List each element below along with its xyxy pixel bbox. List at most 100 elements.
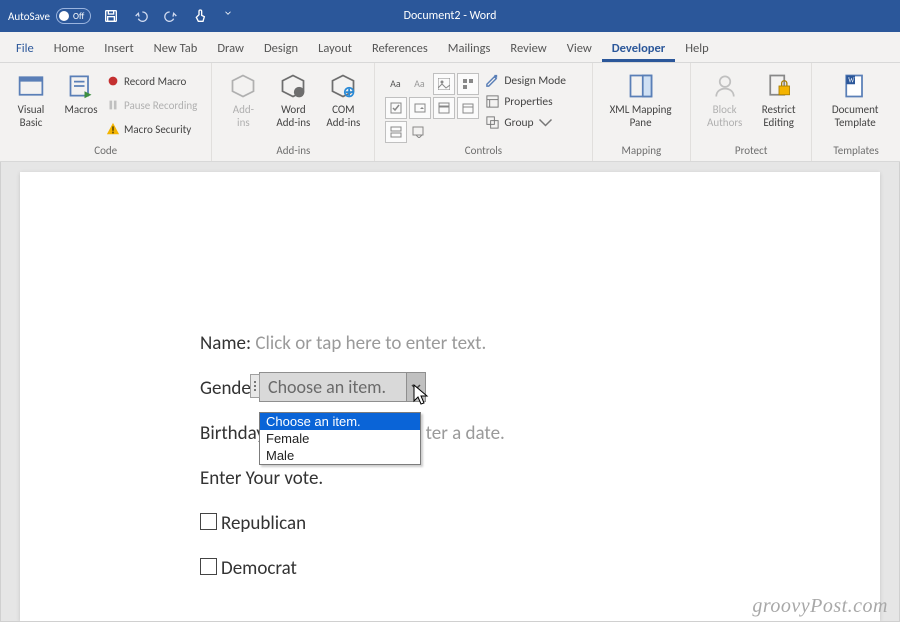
group-code-label: Code xyxy=(6,142,205,161)
chevron-down-icon[interactable] xyxy=(406,373,425,401)
touch-mode-icon[interactable] xyxy=(193,8,209,24)
dropdown-header[interactable]: Choose an item. xyxy=(259,372,426,402)
qat-customize-icon[interactable] xyxy=(223,8,233,24)
dropdown-control-icon[interactable] xyxy=(433,97,455,119)
group-protect-label: Protect xyxy=(697,142,805,161)
tab-home[interactable]: Home xyxy=(44,35,95,62)
redo-icon[interactable] xyxy=(163,8,179,24)
com-addins-label: COM Add-ins xyxy=(326,103,360,129)
plaintext-control-icon[interactable]: Aa xyxy=(409,73,429,93)
macros-icon xyxy=(67,69,95,103)
dropdown-list[interactable]: Choose an item. Female Male xyxy=(259,412,421,465)
block-authors-button: Block Authors xyxy=(697,67,752,131)
buildingblock-control-icon[interactable] xyxy=(457,73,479,95)
richtext-control-icon[interactable]: Aa xyxy=(385,73,405,93)
tab-developer[interactable]: Developer xyxy=(602,35,675,62)
autosave-label: AutoSave xyxy=(8,10,50,23)
undo-icon[interactable] xyxy=(133,8,149,24)
dropdown-item-placeholder[interactable]: Choose an item. xyxy=(260,413,420,430)
group-addins: Add- ins Word Add-ins COM Add-ins Add-in… xyxy=(212,63,375,161)
group-button[interactable]: Group xyxy=(485,115,566,130)
group-mapping: XML Mapping Pane Mapping xyxy=(593,63,692,161)
word-addins-label: Word Add-ins xyxy=(276,103,310,129)
com-addins-button[interactable]: COM Add-ins xyxy=(318,67,368,131)
field-option-1[interactable]: Republican xyxy=(200,512,880,535)
visual-basic-button[interactable]: Visual Basic xyxy=(6,67,56,131)
picture-control-icon[interactable] xyxy=(433,73,455,95)
watermark: groovyPost.com xyxy=(752,595,888,618)
group-code: Visual Basic Macros Record Macro Pause R… xyxy=(0,63,212,161)
combobox-control-icon[interactable] xyxy=(409,97,431,119)
tab-layout[interactable]: Layout xyxy=(308,35,362,62)
checkbox-control-icon[interactable] xyxy=(385,97,407,119)
visual-basic-label: Visual Basic xyxy=(18,103,45,129)
ribbon-tabs: File Home Insert New Tab Draw Design Lay… xyxy=(0,32,900,63)
autosave-toggle[interactable]: AutoSave Off xyxy=(8,8,91,24)
birthday-label: Birthday xyxy=(200,422,265,445)
group-protect: Block Authors Restrict Editing Protect xyxy=(691,63,812,161)
checkbox-icon[interactable] xyxy=(200,558,217,575)
tab-newtab[interactable]: New Tab xyxy=(144,35,208,62)
quick-access-toolbar xyxy=(103,8,233,24)
document-template-label: Document Template xyxy=(832,103,879,129)
restrict-editing-label: Restrict Editing xyxy=(762,103,796,129)
content-controls-gallery[interactable]: Aa Aa xyxy=(385,73,477,141)
name-label: Name: xyxy=(200,332,251,355)
properties-button[interactable]: Properties xyxy=(485,94,566,109)
repeating-control-icon[interactable] xyxy=(385,121,407,143)
record-macro-button[interactable]: Record Macro xyxy=(106,71,197,91)
legacy-tools-icon[interactable] xyxy=(409,121,429,141)
checkbox-icon[interactable] xyxy=(200,513,217,530)
com-addins-icon xyxy=(329,69,357,103)
group-controls: Aa Aa Design Mode Properties xyxy=(375,63,592,161)
tab-design[interactable]: Design xyxy=(254,35,308,62)
word-addins-button[interactable]: Word Add-ins xyxy=(268,67,318,131)
toggle-switch[interactable]: Off xyxy=(56,8,91,24)
vote-label: Enter Your vote. xyxy=(200,467,323,490)
restrict-editing-icon xyxy=(765,69,793,103)
document-page[interactable]: Name: Click or tap here to enter text. G… xyxy=(20,172,880,621)
pause-recording-label: Pause Recording xyxy=(124,99,197,112)
dropdown-item-male[interactable]: Male xyxy=(260,447,420,464)
tab-help[interactable]: Help xyxy=(675,35,718,62)
macros-label: Macros xyxy=(64,103,97,116)
addins-button[interactable]: Add- ins xyxy=(218,67,268,131)
tab-mailings[interactable]: Mailings xyxy=(438,35,501,62)
group-controls-label: Controls xyxy=(381,142,585,161)
design-mode-label: Design Mode xyxy=(504,74,566,88)
block-authors-icon xyxy=(711,69,739,103)
group-templates: W Document Template Templates xyxy=(812,63,900,161)
macro-security-button[interactable]: Macro Security xyxy=(106,119,197,139)
field-option-2[interactable]: Democrat xyxy=(200,557,880,580)
document-template-icon: W xyxy=(841,69,869,103)
title-bar: AutoSave Off Document2 - Word xyxy=(0,0,900,32)
ribbon: Visual Basic Macros Record Macro Pause R… xyxy=(0,63,900,162)
addins-label: Add- ins xyxy=(233,103,254,129)
macros-button[interactable]: Macros xyxy=(56,67,106,118)
tab-review[interactable]: Review xyxy=(500,35,556,62)
name-placeholder[interactable]: Click or tap here to enter text. xyxy=(255,332,486,355)
xml-mapping-label: XML Mapping Pane xyxy=(610,103,672,129)
birthday-placeholder[interactable]: ter a date. xyxy=(426,422,505,445)
gender-dropdown-control[interactable]: Choose an item. Choose an item. Female M… xyxy=(259,372,426,402)
tab-file[interactable]: File xyxy=(6,35,44,62)
save-icon[interactable] xyxy=(103,8,119,24)
toggle-knob-icon xyxy=(59,11,69,21)
autosave-state: Off xyxy=(73,11,84,22)
restrict-editing-button[interactable]: Restrict Editing xyxy=(752,67,805,131)
group-templates-label: Templates xyxy=(818,142,894,161)
control-handle-icon[interactable] xyxy=(250,374,260,398)
xml-mapping-button[interactable]: XML Mapping Pane xyxy=(599,67,683,131)
tab-draw[interactable]: Draw xyxy=(207,35,254,62)
field-name[interactable]: Name: Click or tap here to enter text. xyxy=(200,332,880,355)
design-mode-button[interactable]: Design Mode xyxy=(485,73,566,88)
document-template-button[interactable]: W Document Template xyxy=(818,67,892,131)
macro-security-label: Macro Security xyxy=(124,123,191,136)
svg-text:W: W xyxy=(848,77,855,85)
tab-references[interactable]: References xyxy=(362,35,438,62)
tab-view[interactable]: View xyxy=(557,35,602,62)
tab-insert[interactable]: Insert xyxy=(94,35,143,62)
dropdown-item-female[interactable]: Female xyxy=(260,430,420,447)
option2-label: Democrat xyxy=(221,557,297,580)
datepicker-control-icon[interactable] xyxy=(457,97,479,119)
